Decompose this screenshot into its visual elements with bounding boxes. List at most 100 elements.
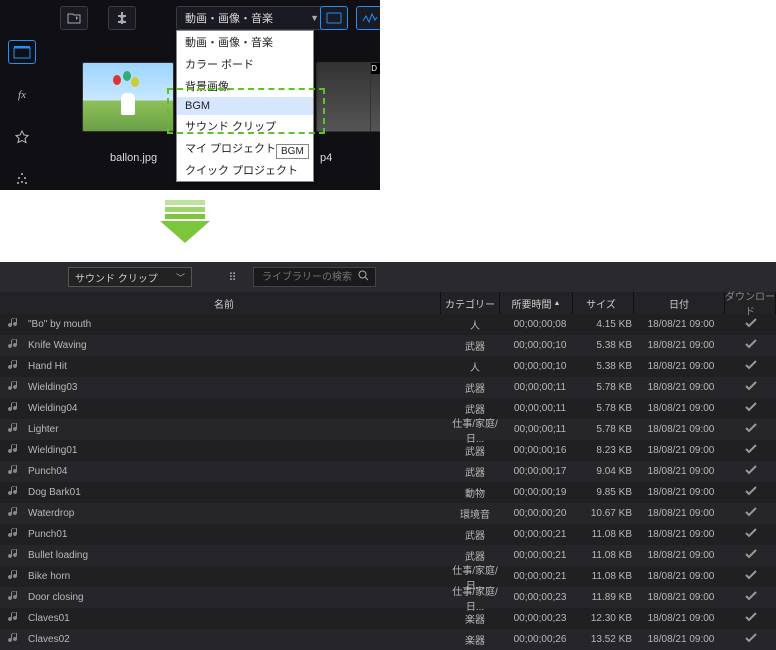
download-check-icon[interactable] <box>726 317 776 332</box>
clip-date: 18/08/21 09:00 <box>636 634 726 645</box>
clip-size: 5.78 KB <box>576 382 636 393</box>
download-check-icon[interactable] <box>726 443 776 458</box>
download-check-icon[interactable] <box>726 569 776 584</box>
music-note-icon <box>8 317 20 332</box>
table-row[interactable]: Bullet loading武器00;00;00;2111.08 KB18/08… <box>0 545 776 566</box>
clip-size: 11.08 KB <box>576 550 636 561</box>
music-note-icon <box>8 401 20 416</box>
music-note-icon <box>8 338 20 353</box>
dropdown-item[interactable]: 動画・画像・音楽 <box>177 31 313 53</box>
download-check-icon[interactable] <box>726 380 776 395</box>
clip-duration: 00;00;00;10 <box>504 340 576 351</box>
table-row[interactable]: Bike horn仕事/家庭/日...00;00;00;2111.08 KB18… <box>0 566 776 587</box>
download-check-icon[interactable] <box>726 611 776 626</box>
sidebar-media-room[interactable] <box>8 40 36 64</box>
table-row[interactable]: Claves02楽器00;00;00;2613.52 KB18/08/21 09… <box>0 629 776 650</box>
library-category-select[interactable]: サウンド クリップ ﹀ <box>68 267 192 287</box>
clip-date: 18/08/21 09:00 <box>636 550 726 561</box>
waveform-button[interactable] <box>356 6 380 30</box>
sidebar-fx-room[interactable]: fx <box>9 84 35 106</box>
table-row[interactable]: Hand Hit人00;00;00;105.38 KB18/08/21 09:0… <box>0 356 776 377</box>
header-size[interactable]: サイズ <box>573 292 634 314</box>
table-row[interactable]: Wielding01武器00;00;00;168.23 KB18/08/21 0… <box>0 440 776 461</box>
download-check-icon[interactable] <box>726 359 776 374</box>
clip-name: Punch04 <box>28 466 67 477</box>
select-label: サウンド クリップ <box>75 270 158 285</box>
table-row[interactable]: Wielding04武器00;00;00;115.78 KB18/08/21 0… <box>0 398 776 419</box>
download-check-icon[interactable] <box>726 527 776 542</box>
search-input[interactable] <box>260 271 354 284</box>
chevron-down-icon: ﹀ <box>176 271 185 284</box>
clip-duration: 00;00;00;21 <box>504 550 576 561</box>
table-row[interactable]: Lighter仕事/家庭/日...00;00;00;115.78 KB18/08… <box>0 419 776 440</box>
header-name[interactable]: 名前 <box>0 292 441 314</box>
sidebar-pip-room[interactable] <box>9 126 35 148</box>
download-check-icon[interactable] <box>726 632 776 647</box>
media-thumbnail[interactable] <box>82 62 174 132</box>
download-check-icon[interactable] <box>726 485 776 500</box>
sidebar-particle-room[interactable] <box>9 168 35 190</box>
table-row[interactable]: Wielding03武器00;00;00;115.78 KB18/08/21 0… <box>0 377 776 398</box>
clip-category: 楽器 <box>446 611 504 626</box>
clip-category: 人 <box>446 359 504 374</box>
clip-name: Dog Bark01 <box>28 487 81 498</box>
clip-category: 武器 <box>446 527 504 542</box>
clip-date: 18/08/21 09:00 <box>636 382 726 393</box>
import-folder-button[interactable] <box>60 6 88 30</box>
dropdown-item[interactable]: クイック プロジェクト <box>177 159 313 181</box>
clip-date: 18/08/21 09:00 <box>636 340 726 351</box>
clip-size: 9.04 KB <box>576 466 636 477</box>
dropdown-item[interactable]: 背景画像 <box>177 75 313 97</box>
library-table-header: 名前 カテゴリー 所要時間▲ サイズ 日付 ダウンロード <box>0 292 776 314</box>
download-check-icon[interactable] <box>726 548 776 563</box>
download-check-icon[interactable] <box>726 506 776 521</box>
table-row[interactable]: Punch01武器00;00;00;2111.08 KB18/08/21 09:… <box>0 524 776 545</box>
download-check-icon[interactable] <box>726 401 776 416</box>
media-thumbnail[interactable]: 3D <box>370 62 380 132</box>
download-check-icon[interactable] <box>726 464 776 479</box>
clip-name: Bike horn <box>28 571 70 582</box>
header-duration[interactable]: 所要時間▲ <box>500 292 573 314</box>
table-row[interactable]: Waterdrop環境音00;00;00;2010.67 KB18/08/21 … <box>0 503 776 524</box>
search-icon <box>358 270 369 284</box>
dropdown-item[interactable]: サウンド クリップ <box>177 115 313 137</box>
music-note-icon <box>8 569 20 584</box>
download-check-icon[interactable] <box>726 338 776 353</box>
sort-asc-icon: ▲ <box>554 300 561 307</box>
media-filter-dropdown[interactable]: 動画・画像・音楽 ▼ <box>176 6 328 30</box>
clip-name: Punch01 <box>28 529 67 540</box>
display-mode-button[interactable] <box>320 6 348 30</box>
library-search[interactable] <box>253 267 376 287</box>
clip-date: 18/08/21 09:00 <box>636 445 726 456</box>
grid-view-icon[interactable]: ⠿ <box>223 268 241 286</box>
clip-duration: 00;00;00;23 <box>504 592 576 603</box>
dropdown-item-bgm[interactable]: BGM <box>177 97 313 115</box>
clip-duration: 00;00;00;08 <box>504 319 576 330</box>
clip-size: 11.08 KB <box>576 571 636 582</box>
header-category[interactable]: カテゴリー <box>441 292 500 314</box>
table-row[interactable]: Claves01楽器00;00;00;2312.30 KB18/08/21 09… <box>0 608 776 629</box>
download-check-icon[interactable] <box>726 422 776 437</box>
table-row[interactable]: Dog Bark01動物00;00;00;199.85 KB18/08/21 0… <box>0 482 776 503</box>
clip-size: 10.67 KB <box>576 508 636 519</box>
clip-date: 18/08/21 09:00 <box>636 529 726 540</box>
table-row[interactable]: Door closing仕事/家庭/日...00;00;00;2311.89 K… <box>0 587 776 608</box>
sound-library-panel: サウンド クリップ ﹀ ⠿ 名前 カテゴリー 所要時間▲ サイズ 日付 ダウンロ… <box>0 262 776 642</box>
clip-date: 18/08/21 09:00 <box>636 319 726 330</box>
clip-date: 18/08/21 09:00 <box>636 487 726 498</box>
table-row[interactable]: Knife Waving武器00;00;00;105.38 KB18/08/21… <box>0 335 776 356</box>
media-filter-dropdown-list: 動画・画像・音楽 カラー ボード 背景画像 BGM サウンド クリップ マイ プ… <box>176 30 314 182</box>
header-date[interactable]: 日付 <box>634 292 725 314</box>
music-note-icon <box>8 422 20 437</box>
flow-arrow-icon <box>160 200 210 243</box>
download-check-icon[interactable] <box>726 590 776 605</box>
header-download[interactable]: ダウンロード <box>725 292 776 314</box>
table-row[interactable]: Punch04武器00;00;00;179.04 KB18/08/21 09:0… <box>0 461 776 482</box>
clip-category: 楽器 <box>446 632 504 647</box>
clip-date: 18/08/21 09:00 <box>636 592 726 603</box>
plugin-button[interactable] <box>108 6 136 30</box>
clip-size: 4.15 KB <box>576 319 636 330</box>
dropdown-item[interactable]: カラー ボード <box>177 53 313 75</box>
music-note-icon <box>8 590 20 605</box>
table-row[interactable]: "Bo" by mouth人00;00;00;084.15 KB18/08/21… <box>0 314 776 335</box>
